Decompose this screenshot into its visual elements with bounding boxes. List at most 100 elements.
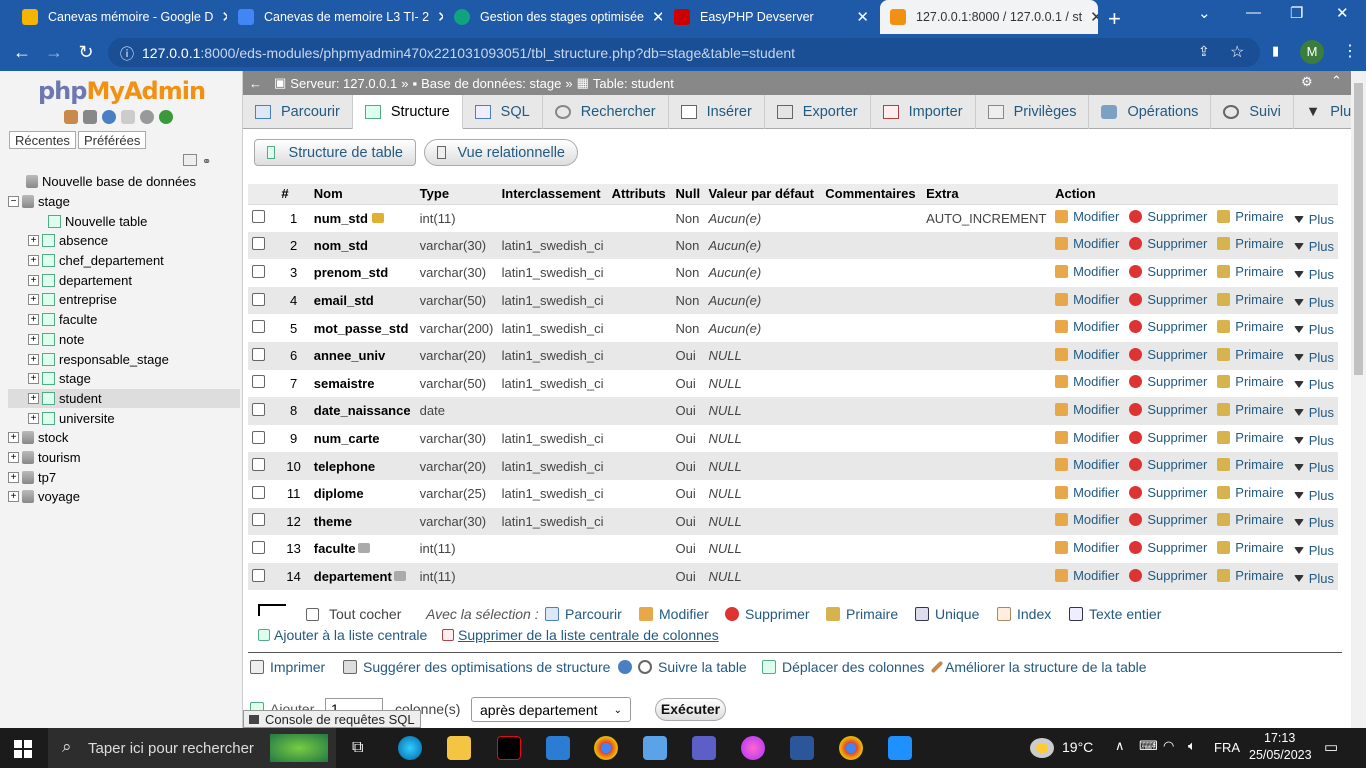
site-info-icon[interactable]: ⓘ: [120, 44, 134, 64]
primary-key-button[interactable]: Primaire: [1217, 540, 1284, 555]
task-view-icon[interactable]: ⧉: [352, 739, 363, 757]
expand-icon[interactable]: +: [28, 412, 39, 424]
netflix-icon[interactable]: [497, 736, 521, 760]
favorite-tables-tab[interactable]: Préférées: [78, 131, 147, 149]
primary-key-button[interactable]: Primaire: [1217, 319, 1284, 334]
tray-chevron-icon[interactable]: ∧: [1115, 738, 1125, 754]
close-icon[interactable]: ✕: [644, 8, 662, 26]
sidebar-table-student[interactable]: + student: [8, 388, 240, 409]
reload-nav-icon[interactable]: [159, 110, 173, 124]
bulk-unique-button[interactable]: Unique: [915, 606, 979, 622]
more-actions-button[interactable]: Plus: [1293, 515, 1334, 530]
phpmyadmin-logo[interactable]: phpMyAdmin: [38, 77, 206, 105]
edit-column-button[interactable]: Modifier: [1055, 236, 1119, 251]
check-all-checkbox[interactable]: [306, 607, 319, 621]
sidebar-table-faculte[interactable]: + faculte: [8, 310, 240, 330]
recent-tables-tab[interactable]: Récentes: [9, 131, 76, 149]
primary-key-button[interactable]: Primaire: [1217, 512, 1284, 527]
improve-structure-link[interactable]: Améliorer la structure de la table: [930, 659, 1147, 675]
col-header-type[interactable]: Type: [415, 184, 498, 205]
delete-column-button[interactable]: Supprimer: [1129, 512, 1207, 527]
col-header-null[interactable]: Null: [671, 184, 705, 205]
weather-icon[interactable]: [1030, 738, 1054, 758]
new-table-item[interactable]: Nouvelle table: [8, 211, 240, 231]
more-actions-button[interactable]: Plus: [1293, 571, 1334, 586]
col-header-collation[interactable]: Interclassement: [497, 184, 608, 205]
restore-icon[interactable]: ❐: [1290, 4, 1303, 22]
more-actions-button[interactable]: Plus: [1293, 460, 1334, 475]
print-link[interactable]: Imprimer: [250, 659, 325, 675]
settings-icon[interactable]: [140, 110, 154, 124]
more-actions-button[interactable]: Plus: [1293, 488, 1334, 503]
tab-import[interactable]: Importer: [871, 95, 976, 129]
tab-structure[interactable]: Structure: [352, 95, 463, 129]
table-structure-subtab[interactable]: Structure de table: [254, 139, 416, 166]
bookmark-star-icon[interactable]: ☆: [1230, 42, 1244, 62]
expand-icon[interactable]: +: [8, 451, 19, 463]
add-central-list-button[interactable]: Ajouter à la liste centrale: [258, 627, 427, 643]
row-checkbox[interactable]: [252, 375, 265, 389]
delete-column-button[interactable]: Supprimer: [1129, 457, 1207, 472]
primary-key-button[interactable]: Primaire: [1217, 430, 1284, 445]
store-icon[interactable]: [643, 736, 667, 760]
sidebar-table-absence[interactable]: + absence: [8, 231, 240, 251]
primary-key-button[interactable]: Primaire: [1217, 292, 1284, 307]
delete-column-button[interactable]: Supprimer: [1129, 236, 1207, 251]
expand-icon[interactable]: +: [28, 373, 39, 385]
row-checkbox[interactable]: [252, 540, 265, 554]
input-language[interactable]: FRA: [1214, 740, 1240, 755]
database-tourism-item[interactable]: + tourism: [8, 448, 240, 468]
more-actions-button[interactable]: Plus: [1293, 212, 1334, 227]
tab-insert[interactable]: Insérer: [669, 95, 765, 129]
reload-icon[interactable]: ↻: [70, 42, 102, 63]
edit-column-button[interactable]: Modifier: [1055, 485, 1119, 500]
delete-column-button[interactable]: Supprimer: [1129, 319, 1207, 334]
primary-key-button[interactable]: Primaire: [1217, 236, 1284, 251]
profile-avatar[interactable]: M: [1300, 40, 1324, 64]
chrome-profile-icon[interactable]: [839, 736, 863, 760]
edit-column-button[interactable]: Modifier: [1055, 209, 1119, 224]
word-icon[interactable]: [790, 736, 814, 760]
delete-column-button[interactable]: Supprimer: [1129, 540, 1207, 555]
col-header-default[interactable]: Valeur par défaut: [704, 184, 822, 205]
expand-icon[interactable]: +: [28, 255, 39, 267]
delete-column-button[interactable]: Supprimer: [1129, 485, 1207, 500]
expand-icon[interactable]: +: [28, 274, 39, 286]
help-icon[interactable]: [618, 660, 633, 674]
minimize-icon[interactable]: —: [1246, 4, 1261, 21]
breadcrumb-server[interactable]: Serveur: 127.0.0.1: [290, 76, 397, 91]
back-icon[interactable]: ←: [6, 42, 38, 63]
col-header-name[interactable]: Nom: [309, 184, 416, 205]
sql-console-toggle[interactable]: Console de requêtes SQL: [243, 710, 421, 728]
wifi-icon[interactable]: ◠: [1163, 738, 1174, 754]
edit-column-button[interactable]: Modifier: [1055, 402, 1119, 417]
move-columns-link[interactable]: Déplacer des colonnes: [762, 659, 924, 675]
primary-key-button[interactable]: Primaire: [1217, 402, 1284, 417]
track-table-link[interactable]: Suivre la table: [638, 659, 747, 675]
bulk-index-button[interactable]: Index: [997, 606, 1051, 622]
weather-temp[interactable]: 19°C: [1062, 739, 1093, 755]
browser-tab-active[interactable]: 127.0.0.1:8000 / 127.0.0.1 / st ✕: [880, 0, 1098, 34]
execute-button[interactable]: Exécuter: [655, 698, 726, 721]
ime-icon[interactable]: ⌨: [1139, 738, 1158, 754]
expand-icon[interactable]: +: [28, 294, 39, 306]
more-actions-button[interactable]: Plus: [1293, 405, 1334, 420]
relational-view-subtab[interactable]: Vue relationnelle: [424, 139, 578, 166]
tab-tracking[interactable]: Suivi: [1211, 95, 1294, 129]
share-icon[interactable]: ⇪: [1198, 43, 1210, 60]
expand-icon[interactable]: +: [8, 471, 19, 483]
new-database-item[interactable]: Nouvelle base de données: [8, 172, 240, 192]
more-actions-button[interactable]: Plus: [1293, 377, 1334, 392]
power-automate-icon[interactable]: [692, 736, 716, 760]
delete-column-button[interactable]: Supprimer: [1129, 292, 1207, 307]
sidebar-table-responsable-stage[interactable]: + responsable_stage: [8, 349, 240, 369]
edit-column-button[interactable]: Modifier: [1055, 512, 1119, 527]
expand-icon[interactable]: +: [28, 333, 39, 345]
primary-key-button[interactable]: Primaire: [1217, 374, 1284, 389]
primary-key-button[interactable]: Primaire: [1217, 568, 1284, 583]
tab-browse[interactable]: Parcourir: [243, 95, 353, 129]
row-checkbox[interactable]: [252, 210, 265, 224]
more-actions-button[interactable]: Plus: [1293, 267, 1334, 282]
delete-column-button[interactable]: Supprimer: [1129, 402, 1207, 417]
volume-icon[interactable]: 🔈︎: [1188, 738, 1196, 754]
